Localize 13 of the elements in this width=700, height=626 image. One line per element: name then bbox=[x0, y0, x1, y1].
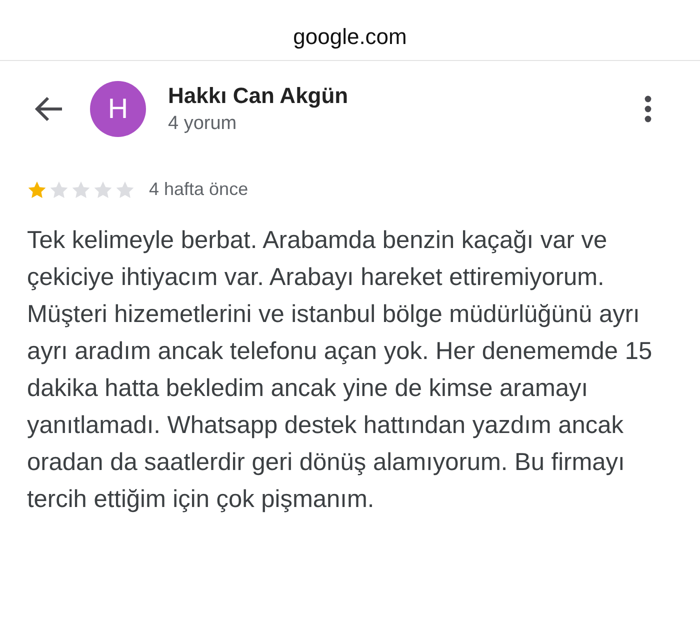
review-text: Tek kelimeyle berbat. Arabamda benzin kaçağı var ve çekiciye ihtiyacım var. Arabayı hareket ettiremiyorum. Müşteri hizemetlerini ve istanbul bölge müdürlüğünü ayrı ayrı aradım ancak telefonu açan yok. Her denememde 15 dakika hatta bekledim ancak yine de kimse aramayı yanıtlamadı. Whatsapp destek hattından yazdım ancak oradan da saatlerdir geri dönüş alamıyorum. Bu firmayı tercih ettiğim için çok pişmanım. bbox=[26, 226, 654, 515]
back-arrow-icon[interactable] bbox=[34, 96, 64, 122]
avatar: H bbox=[90, 81, 146, 137]
star-icon bbox=[27, 180, 47, 200]
star-icon bbox=[49, 180, 69, 200]
url-text[interactable]: google.com bbox=[293, 10, 407, 50]
star-icon bbox=[115, 180, 135, 200]
review-count: 4 yorum bbox=[168, 113, 238, 135]
reviewer-name[interactable]: Hakkı Can Akgün bbox=[168, 83, 644, 109]
star-icon bbox=[93, 180, 113, 200]
review-time: 4 hafta önce bbox=[149, 179, 248, 200]
star-icon bbox=[71, 180, 91, 200]
more-options-icon[interactable] bbox=[644, 95, 652, 123]
